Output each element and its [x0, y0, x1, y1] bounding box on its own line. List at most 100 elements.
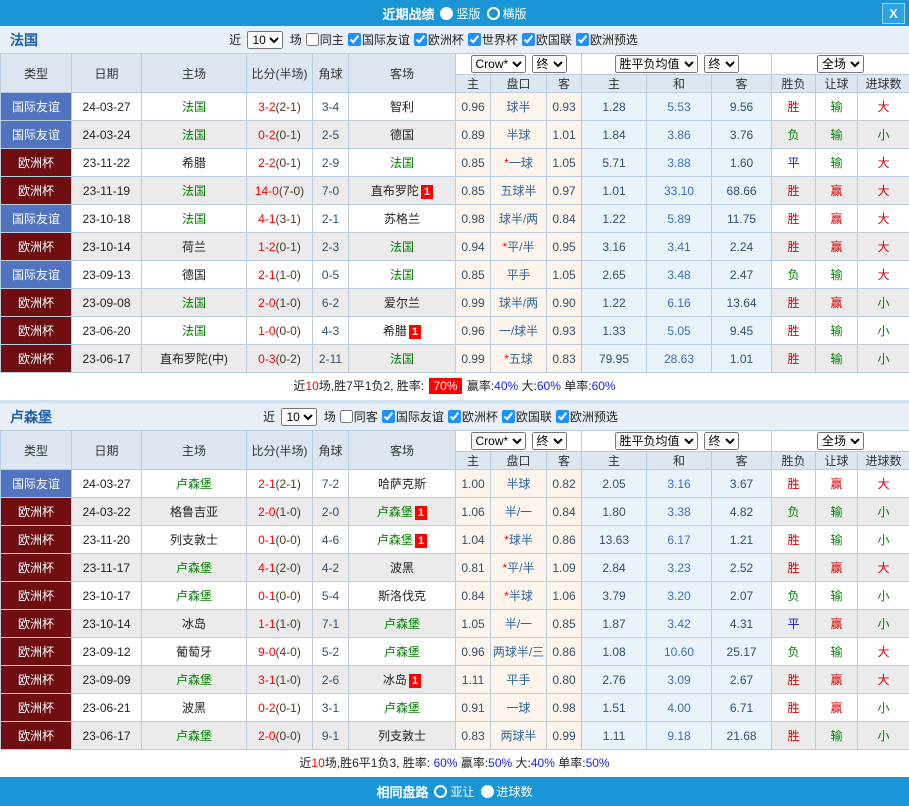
draw-odds-cell: 6.17 [647, 526, 712, 554]
luxembourg-results-table: 类型 日期 主场 比分(半场) 角球 客场 Crow*终 胜平负均值终 全场 主… [0, 430, 909, 750]
win-odds-cell: 1.28 [582, 93, 647, 121]
competition-checkbox[interactable] [414, 33, 427, 46]
final-select[interactable]: 终 [532, 55, 567, 73]
sub-handicap: 盘口 [491, 452, 547, 470]
goals-result-cell: 大 [858, 93, 909, 121]
competition-checkbox[interactable] [468, 33, 481, 46]
score-cell: 3-2(2-1) [247, 93, 313, 121]
home-team-name: 法国 [182, 100, 206, 114]
final-select[interactable]: 终 [704, 55, 739, 73]
sub-result: 胜负 [772, 452, 816, 470]
home-odds-cell: 0.85 [456, 149, 491, 177]
goals-radio[interactable] [481, 785, 494, 798]
match-type-cell: 欧洲杯 [1, 638, 72, 666]
home-odds-cell: 0.99 [456, 289, 491, 317]
fulltime-score: 0-2 [258, 701, 275, 715]
france-filters: 近 10 场同主国际友谊欧洲杯世界杯欧国联欧洲预选 [38, 31, 829, 49]
handicap-text: 球半/两 [499, 212, 538, 226]
asian-handicap-radio[interactable] [434, 785, 447, 798]
home-team-cell: 法国 [142, 121, 247, 149]
match-type-cell: 欧洲杯 [1, 177, 72, 205]
match-type-cell: 欧洲杯 [1, 289, 72, 317]
vertical-layout-radio[interactable] [440, 7, 453, 20]
vertical-layout-label[interactable]: 竖版 [456, 5, 480, 22]
summary-label: 大: [512, 756, 531, 770]
handicap-text: 球半 [506, 100, 530, 114]
handicap-text: 半球 [506, 477, 530, 491]
horizontal-layout-radio[interactable] [487, 7, 500, 20]
same-venue-checkbox[interactable] [306, 33, 319, 46]
summary-value: 60% [592, 379, 616, 393]
same-venue-label: 同主 [320, 33, 344, 47]
match-date-cell: 23-10-14 [72, 233, 142, 261]
win-rate-value: 70% [429, 378, 461, 394]
final-select[interactable]: 终 [532, 432, 567, 450]
fulltime-select[interactable]: 全场 [817, 55, 864, 73]
competition-checkbox[interactable] [576, 33, 589, 46]
competition-label: 世界杯 [482, 33, 518, 47]
home-team-cell: 卢森堡 [142, 722, 247, 750]
competition-checkbox[interactable] [382, 410, 395, 423]
odds-avg-select[interactable]: 胜平负均值 [615, 55, 698, 73]
lose-odds-cell: 21.68 [712, 722, 772, 750]
sub-let: 让球 [816, 75, 858, 93]
result-cell: 负 [772, 261, 816, 289]
score-cell: 0-2(0-1) [247, 121, 313, 149]
score-cell: 2-0(1-0) [247, 289, 313, 317]
competition-checkbox[interactable] [348, 33, 361, 46]
match-count-select[interactable]: 10 [247, 31, 283, 49]
close-icon[interactable]: X [882, 3, 905, 24]
same-venue-checkbox[interactable] [340, 410, 353, 423]
fulltime-score: 2-1 [258, 477, 275, 491]
home-odds-cell: 0.84 [456, 582, 491, 610]
competition-checkbox[interactable] [556, 410, 569, 423]
rank-badge: 1 [415, 534, 427, 548]
asian-handicap-label[interactable]: 亚让 [450, 783, 474, 800]
rank-badge: 1 [421, 185, 433, 199]
col-corner: 角球 [313, 431, 349, 470]
competition-checkbox[interactable] [522, 33, 535, 46]
lose-odds-cell: 1.60 [712, 149, 772, 177]
win-odds-cell: 1.08 [582, 638, 647, 666]
draw-odds-cell: 28.63 [647, 345, 712, 373]
draw-odds-cell: 3.42 [647, 610, 712, 638]
odds-avg-select[interactable]: 胜平负均值 [615, 432, 698, 450]
competition-checkbox[interactable] [502, 410, 515, 423]
halftime-score: (0-0) [276, 324, 301, 338]
draw-odds-cell: 5.05 [647, 317, 712, 345]
match-count-select[interactable]: 10 [281, 408, 317, 426]
rank-badge: 1 [409, 325, 421, 339]
result-cell: 胜 [772, 93, 816, 121]
match-row: 国际友谊23-10-18法国4-1(3-1)2-1苏格兰0.98球半/两0.84… [1, 205, 909, 233]
sub-lose: 客 [712, 452, 772, 470]
away-team-name: 苏格兰 [384, 212, 420, 226]
summary-label: 赢率: [464, 379, 495, 393]
bookmaker-select[interactable]: Crow* [471, 432, 526, 450]
result-cell: 胜 [772, 722, 816, 750]
goals-result-cell: 大 [858, 666, 909, 694]
handicap-result-cell: 赢 [816, 666, 858, 694]
goals-label[interactable]: 进球数 [497, 783, 533, 800]
competition-label: 欧洲杯 [428, 33, 464, 47]
match-row: 欧洲杯23-06-17直布罗陀(中)0-3(0-2)2-11法国0.99*五球0… [1, 345, 909, 373]
competition-checkbox[interactable] [448, 410, 461, 423]
fulltime-select[interactable]: 全场 [817, 432, 864, 450]
result-cell: 胜 [772, 526, 816, 554]
horizontal-layout-label[interactable]: 横版 [503, 5, 527, 22]
away-team-name: 法国 [390, 156, 414, 170]
result-cell: 负 [772, 638, 816, 666]
handicap-result-cell: 赢 [816, 177, 858, 205]
fulltime-score: 0-1 [258, 533, 275, 547]
draw-odds-cell: 3.38 [647, 498, 712, 526]
corner-cell: 4-6 [313, 526, 349, 554]
lose-odds-cell: 68.66 [712, 177, 772, 205]
filter-near-label: 近 [263, 410, 278, 424]
corner-cell: 2-0 [313, 498, 349, 526]
final-select[interactable]: 终 [704, 432, 739, 450]
home-team-name: 荷兰 [182, 240, 206, 254]
handicap-text: 一球 [506, 701, 530, 715]
bookmaker-select[interactable]: Crow* [471, 55, 526, 73]
handicap-cell: 平手 [491, 666, 547, 694]
home-team-cell: 荷兰 [142, 233, 247, 261]
match-row: 国际友谊24-03-27法国3-2(2-1)3-4智利0.96球半0.931.2… [1, 93, 909, 121]
